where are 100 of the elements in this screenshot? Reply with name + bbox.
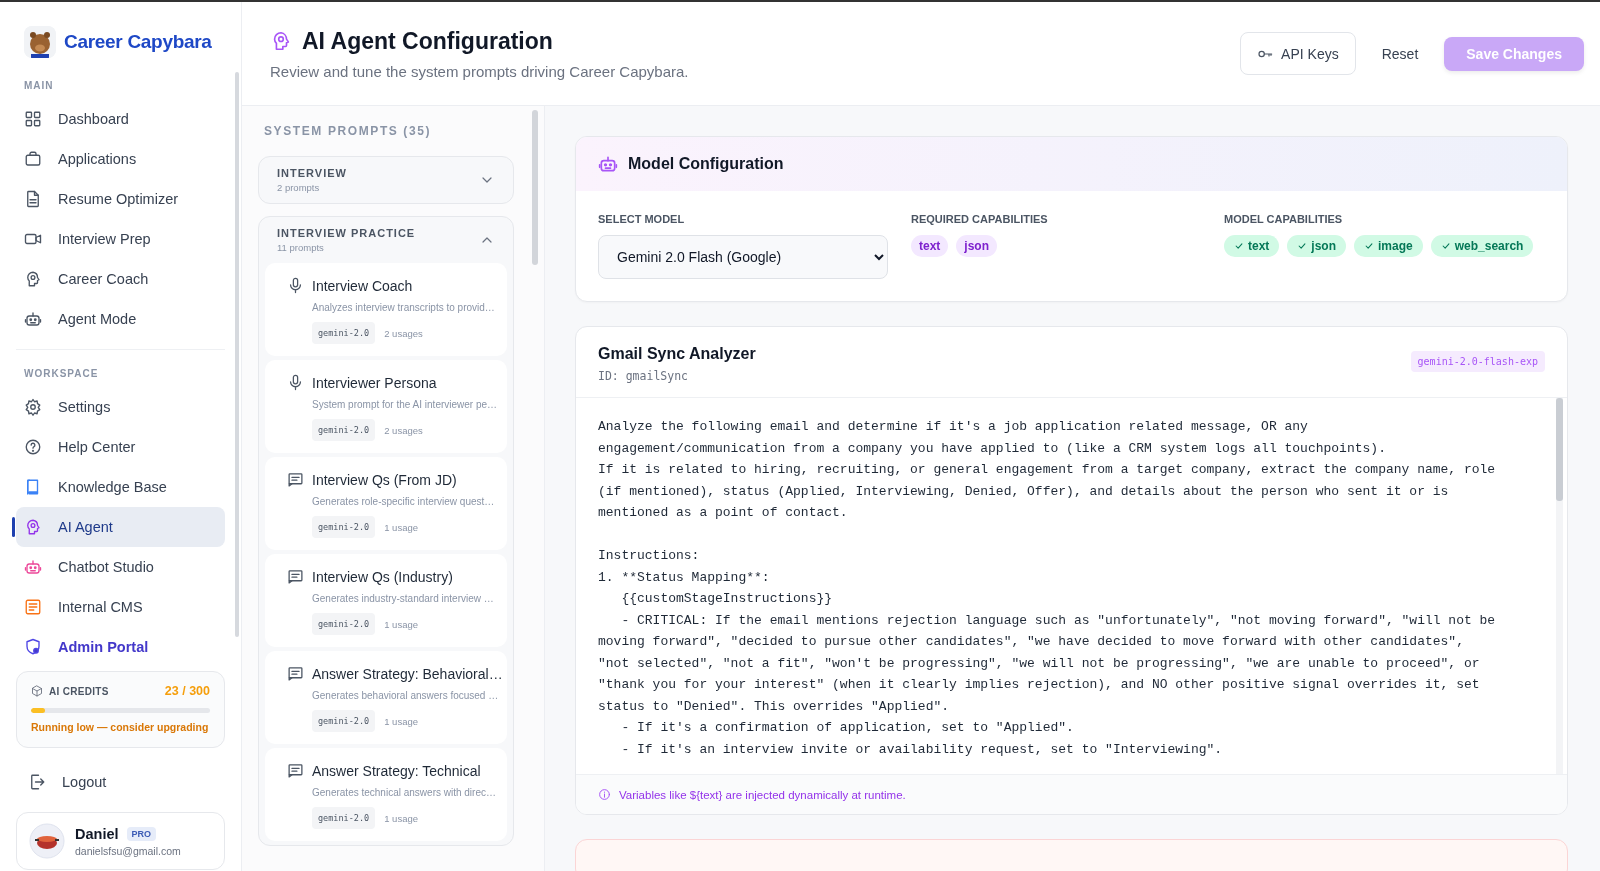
prompt-item[interactable]: Answer Strategy: Behavioral… Generates behavioral answers focused … gemini-2.0 1 usage — [265, 651, 507, 744]
check-icon — [1297, 241, 1308, 251]
prompt-title: Gmail Sync Analyzer — [598, 345, 756, 363]
usage-count: 1 usage — [384, 812, 418, 824]
prompt-text-area[interactable]: Analyze the following email and determine if it's a job application related message, OR any engagement/communication from a company you have applied to (like a CRM system logs all touchpoints). If it is related to hiring, recruiting, or general engagement from a target company, extract the company name, role (if mentioned), status (Applied, Interviewing, Denied, Offer), and details about the person who sent it or is mentioned as a point of contact. Instructions: 1. **Status Mapping**: {{customStageInstructions}} - CRITICAL: If the email mentions rejection language such as "unfortunately", "not moving forward", "will not be moving forward", "decided to pursue other candidates", "we have decided to move forward with other candidates", "not selected", "not a fit", "won't be progressing", "we will not be progressing", "we are unable to proceed", or "thank you for your interest" (when it clearly implies rejection), and NO other positive signal overrides it, set status to "Denied". This overrides "Applied". - If it's a confirmation of application, set to "Applied". - If it's an interview invite or availability request, set to "Interviewing". — [576, 398, 1496, 760]
page-subtitle: Review and tune the system prompts driving Career Capybara. — [270, 62, 689, 80]
nav-item[interactable]: Career Coach — [16, 259, 225, 299]
prompt-description: Generates technical answers with direc… — [312, 787, 493, 798]
shield-icon — [24, 638, 42, 656]
prompt-title: Interview Qs (From JD) — [312, 471, 457, 488]
nav-item[interactable]: Interview Prep — [16, 219, 225, 259]
prompt-item[interactable]: Interview Coach Analyzes interview transcripts to provid… gemini-2.0 2 usages — [265, 263, 507, 356]
prompt-title: Answer Strategy: Technical — [312, 762, 481, 779]
nav-item[interactable]: Settings — [16, 387, 225, 427]
nav-item[interactable]: Applications — [16, 139, 225, 179]
grid-icon — [24, 110, 42, 128]
usage-count: 1 usage — [384, 618, 418, 630]
scrollbar[interactable] — [532, 110, 538, 265]
nav-item[interactable]: Resume Optimizer — [16, 179, 225, 219]
model-tag: gemini-2.0 — [312, 807, 376, 829]
prompt-description: Analyzes interview transcripts to provid… — [312, 302, 493, 313]
usage-count: 2 usages — [384, 327, 423, 339]
list-icon — [24, 598, 42, 616]
field-label: REQUIRED CAPABILITIES — [911, 213, 1049, 225]
usage-count: 2 usages — [384, 424, 423, 436]
api-keys-button[interactable]: API Keys — [1240, 32, 1356, 75]
prompt-description: Generates role-specific interview quest… — [312, 496, 493, 507]
robot-icon — [24, 310, 42, 328]
settings-icon — [24, 398, 42, 416]
section-title: SYSTEM PROMPTS (35) — [263, 123, 433, 140]
prompt-title: Answer Strategy: Behavioral… — [312, 665, 503, 682]
capability-tag: image — [1354, 235, 1423, 257]
nav-item[interactable]: Agent Mode — [16, 299, 225, 339]
scrollbar[interactable] — [235, 72, 239, 637]
credits-label: AI CREDITS — [49, 685, 110, 697]
user-card[interactable]: Daniel PRO danielsfsu@gmail.com — [16, 812, 225, 870]
credits-warning: Running low — consider upgrading — [31, 721, 210, 733]
prompt-item[interactable]: Interview Qs (Industry) Generates industry-standard interview … gemini-2.0 1 usage — [265, 554, 507, 647]
model-tag: gemini-2.0 — [312, 419, 376, 441]
model-tag: gemini-2.0 — [312, 710, 376, 732]
nav-item[interactable]: Dashboard — [16, 99, 225, 139]
capability-tag: text — [1224, 235, 1280, 257]
robot-icon — [24, 558, 42, 576]
check-icon — [1234, 241, 1244, 251]
prompt-title: Interview Coach — [312, 277, 413, 294]
chat-icon — [287, 471, 304, 488]
nav-item[interactable]: Knowledge Base — [16, 467, 225, 507]
user-email: danielsfsu@gmail.com — [75, 844, 181, 857]
usage-count: 1 usage — [384, 715, 418, 727]
head-icon — [24, 518, 42, 536]
prompt-title: Interviewer Persona — [312, 374, 437, 391]
section-title: WORKSPACE — [23, 368, 100, 381]
group-header[interactable]: INTERVIEW 2 prompts — [265, 157, 507, 203]
nav-item[interactable]: Help Center — [16, 427, 225, 467]
nav-item[interactable]: Admin Portal — [16, 627, 225, 667]
capability-tag: json — [956, 235, 997, 257]
robot-icon — [598, 154, 618, 174]
nav-item[interactable]: Chatbot Studio — [16, 547, 225, 587]
prompt-item[interactable]: Answer Strategy: Technical Generates technical answers with direc… gemini-2.0 1 usage — [265, 748, 507, 841]
help-icon — [24, 438, 42, 456]
avatar — [29, 823, 65, 859]
action-button[interactable]: Reset — [1367, 33, 1433, 74]
microphone-icon — [287, 277, 304, 294]
prompt-item[interactable]: Interview Qs (From JD) Generates role-specific interview quest… gemini-2.0 1 usage — [265, 457, 507, 550]
section-title: MAIN — [23, 80, 55, 93]
nav-item[interactable]: Internal CMS — [16, 587, 225, 627]
card-title: Model Configuration — [628, 155, 784, 173]
head-icon — [24, 270, 42, 288]
briefcase-icon — [24, 150, 42, 168]
prompt-id: ID: gmailSync — [598, 369, 689, 383]
model-tag: gemini-2.0-flash-exp — [1410, 351, 1545, 372]
user-name: Daniel — [75, 825, 119, 842]
microphone-icon — [287, 374, 304, 391]
prompt-item[interactable]: Interviewer Persona System prompt for the AI interviewer pe… gemini-2.0 2 usages — [265, 360, 507, 453]
document-icon — [24, 190, 42, 208]
model-tag: gemini-2.0 — [312, 322, 376, 344]
logout-button[interactable]: Logout — [16, 762, 225, 802]
chat-icon — [287, 568, 304, 585]
model-select[interactable]: Gemini 2.0 Flash (Google) — [598, 235, 888, 279]
check-icon — [1364, 241, 1374, 251]
scrollbar[interactable] — [1556, 398, 1563, 501]
chat-icon — [287, 762, 304, 779]
logout-icon — [28, 773, 46, 791]
group-header[interactable]: INTERVIEW PRACTICE 11 prompts — [265, 217, 507, 263]
brand-name: Career Capybara — [64, 31, 212, 53]
model-tag: gemini-2.0 — [312, 613, 376, 635]
capability-tag: web_search — [1430, 235, 1534, 257]
page-title: AI Agent Configuration — [302, 27, 553, 55]
credits-count: 23 / 300 — [164, 684, 210, 698]
check-icon — [1440, 241, 1451, 251]
model-tag: gemini-2.0 — [312, 516, 376, 538]
field-label: MODEL CAPABILITIES — [1224, 213, 1344, 225]
capability-tag: text — [911, 235, 949, 257]
plan-badge: PRO — [126, 826, 157, 841]
capability-tag: json — [1287, 235, 1346, 257]
info-icon — [598, 788, 611, 801]
field-label: SELECT MODEL — [598, 213, 686, 225]
chat-icon — [287, 665, 304, 682]
prompt-description: Generates industry-standard interview … — [312, 593, 493, 604]
prompt-title: Interview Qs (Industry) — [312, 568, 453, 585]
